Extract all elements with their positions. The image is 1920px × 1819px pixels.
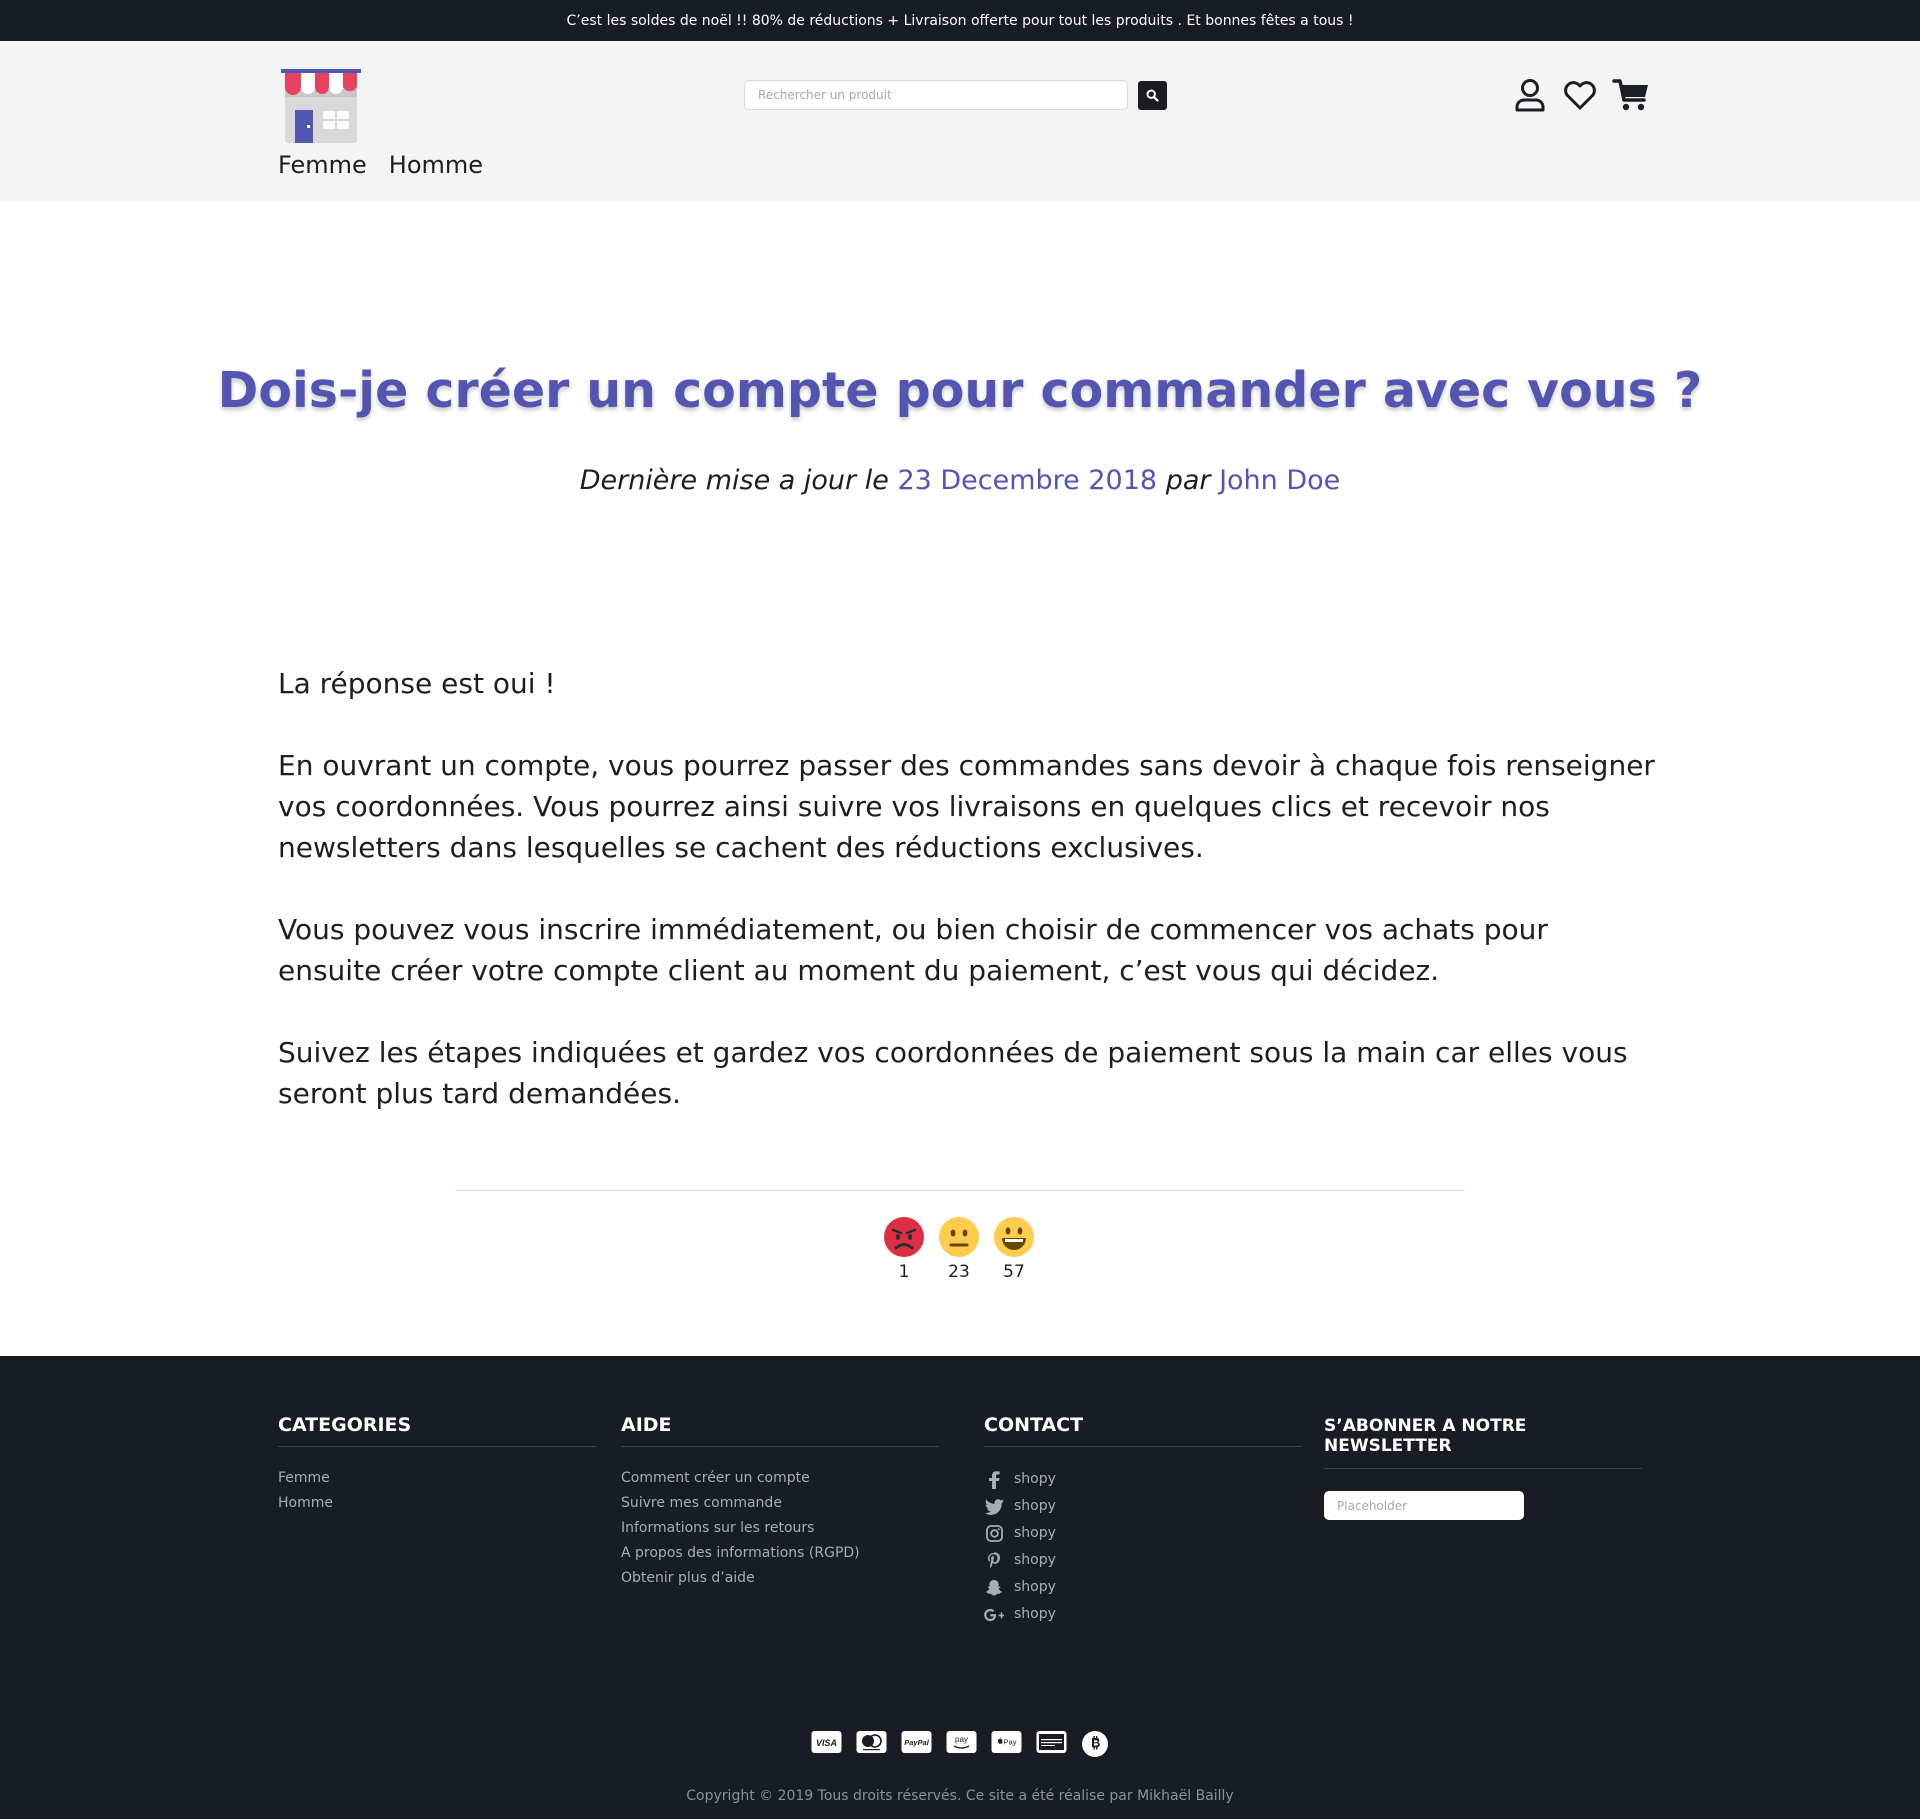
heart-icon bbox=[1564, 81, 1596, 110]
site-header: Femme Homme bbox=[0, 41, 1920, 201]
nav-item-homme[interactable]: Homme bbox=[389, 151, 483, 179]
mastercard-icon bbox=[856, 1731, 887, 1753]
store-logo[interactable] bbox=[278, 67, 364, 145]
header-actions bbox=[1512, 77, 1650, 113]
footer-link-femme[interactable]: Femme bbox=[278, 1466, 596, 1491]
pinterest-icon bbox=[988, 1551, 1000, 1568]
social-label: shopy bbox=[1014, 1525, 1056, 1541]
search-icon bbox=[1146, 88, 1159, 102]
reaction-happy[interactable]: 57 bbox=[993, 1216, 1035, 1282]
site-footer: CATEGORIES Femme Homme AIDE Comment crée… bbox=[0, 1356, 1920, 1819]
user-icon bbox=[1515, 79, 1545, 112]
reactions: 1 23 57 bbox=[883, 1216, 1035, 1282]
bitcoin-icon bbox=[1082, 1731, 1108, 1757]
promo-text: C’est les soldes de noël !! 80% de réduc… bbox=[566, 12, 1354, 29]
social-link-facebook[interactable]: shopy bbox=[984, 1466, 1302, 1493]
twitter-icon bbox=[985, 1498, 1004, 1515]
snapchat-icon bbox=[985, 1579, 1003, 1595]
social-link-google-plus[interactable]: shopy bbox=[984, 1601, 1302, 1628]
article-body: La réponse est oui ! En ouvrant un compt… bbox=[278, 663, 1658, 1155]
account-button[interactable] bbox=[1512, 77, 1548, 113]
facebook-icon bbox=[989, 1470, 1000, 1489]
meta-date: 23 Decembre 2018 bbox=[897, 465, 1158, 496]
reaction-neutral[interactable]: 23 bbox=[938, 1216, 980, 1282]
footer-aide: AIDE Comment créer un compte Suivre mes … bbox=[621, 1414, 939, 1591]
apple-label: Pay bbox=[1004, 1738, 1017, 1747]
paragraph: Suivez les étapes indiquées et gardez vo… bbox=[278, 1036, 1628, 1110]
meta-prefix: Dernière mise a jour le bbox=[579, 465, 889, 496]
footer-link-help[interactable]: Obtenir plus d’aide bbox=[621, 1566, 939, 1591]
social-label: shopy bbox=[1014, 1606, 1056, 1622]
article-meta: Dernière mise a jour le 23 Decembre 2018… bbox=[0, 465, 1920, 496]
footer-newsletter: S’ABONNER A NOTRE NEWSLETTER bbox=[1324, 1414, 1642, 1520]
visa-icon: VISA bbox=[811, 1731, 842, 1753]
reaction-angry[interactable]: 1 bbox=[883, 1216, 925, 1282]
social-label: shopy bbox=[1014, 1498, 1056, 1514]
main-nav: Femme Homme bbox=[278, 151, 483, 179]
promo-bar: C’est les soldes de noël !! 80% de réduc… bbox=[0, 0, 1920, 41]
store-icon bbox=[281, 69, 361, 143]
footer-link-help[interactable]: A propos des informations (RGPD) bbox=[621, 1541, 939, 1566]
social-link-pinterest[interactable]: shopy bbox=[984, 1547, 1302, 1574]
footer-link-help[interactable]: Comment créer un compte bbox=[621, 1466, 939, 1491]
paypal-label: PayPal bbox=[904, 1738, 930, 1747]
search-button[interactable] bbox=[1138, 80, 1167, 110]
social-label: shopy bbox=[1014, 1471, 1056, 1487]
divider bbox=[455, 1190, 1465, 1191]
newsletter-email-input[interactable] bbox=[1324, 1491, 1524, 1520]
footer-link-help[interactable]: Suivre mes commande bbox=[621, 1491, 939, 1516]
meta-author[interactable]: John Doe bbox=[1219, 465, 1340, 496]
footer-heading-aide: AIDE bbox=[621, 1414, 939, 1447]
social-link-instagram[interactable]: shopy bbox=[984, 1520, 1302, 1547]
cart-icon bbox=[1612, 79, 1648, 111]
paypal-icon: PayPal bbox=[901, 1731, 932, 1753]
footer-heading-newsletter: S’ABONNER A NOTRE NEWSLETTER bbox=[1324, 1414, 1642, 1469]
footer-contact: CONTACT shopy shopy shopy shopy shopy sh… bbox=[984, 1414, 1302, 1628]
grinning-face-icon bbox=[994, 1217, 1034, 1257]
reaction-count: 57 bbox=[1003, 1262, 1025, 1282]
search-bar bbox=[744, 80, 1167, 110]
page-title: Dois-je créer un compte pour commander a… bbox=[217, 362, 1703, 419]
visa-label: VISA bbox=[816, 1738, 837, 1748]
social-label: shopy bbox=[1014, 1579, 1056, 1595]
google-plus-icon bbox=[984, 1608, 1004, 1621]
cart-button[interactable] bbox=[1612, 77, 1650, 113]
social-link-snapchat[interactable]: shopy bbox=[984, 1574, 1302, 1601]
paragraph: Vous pouvez vous inscrire immédiatement,… bbox=[278, 913, 1548, 987]
social-link-twitter[interactable]: shopy bbox=[984, 1493, 1302, 1520]
footer-link-help[interactable]: Informations sur les retours bbox=[621, 1516, 939, 1541]
meta-by: par bbox=[1165, 465, 1211, 496]
copyright: Copyright © 2019 Tous droits réservés. C… bbox=[686, 1788, 1234, 1804]
reaction-count: 23 bbox=[948, 1262, 970, 1282]
paragraph: En ouvrant un compte, vous pourrez passe… bbox=[278, 749, 1655, 864]
footer-link-homme[interactable]: Homme bbox=[278, 1491, 596, 1516]
footer-heading-categories: CATEGORIES bbox=[278, 1414, 596, 1447]
payment-methods: VISA PayPal pay Pay bbox=[0, 1730, 1920, 1758]
social-label: shopy bbox=[1014, 1552, 1056, 1568]
search-input[interactable] bbox=[744, 80, 1128, 110]
nav-item-femme[interactable]: Femme bbox=[278, 151, 367, 179]
apple-pay-icon: Pay bbox=[991, 1731, 1022, 1753]
neutral-face-icon bbox=[939, 1217, 979, 1257]
wishlist-button[interactable] bbox=[1562, 77, 1598, 113]
footer-heading-contact: CONTACT bbox=[984, 1414, 1302, 1447]
angry-face-icon bbox=[884, 1217, 924, 1257]
amazon-pay-icon: pay bbox=[946, 1731, 977, 1753]
paragraph: La réponse est oui ! bbox=[278, 667, 556, 700]
footer-categories: CATEGORIES Femme Homme bbox=[278, 1414, 596, 1516]
instagram-icon bbox=[985, 1525, 1003, 1542]
amex-icon bbox=[1036, 1731, 1067, 1753]
reaction-count: 1 bbox=[898, 1262, 910, 1282]
amazon-label: pay bbox=[955, 1735, 968, 1744]
